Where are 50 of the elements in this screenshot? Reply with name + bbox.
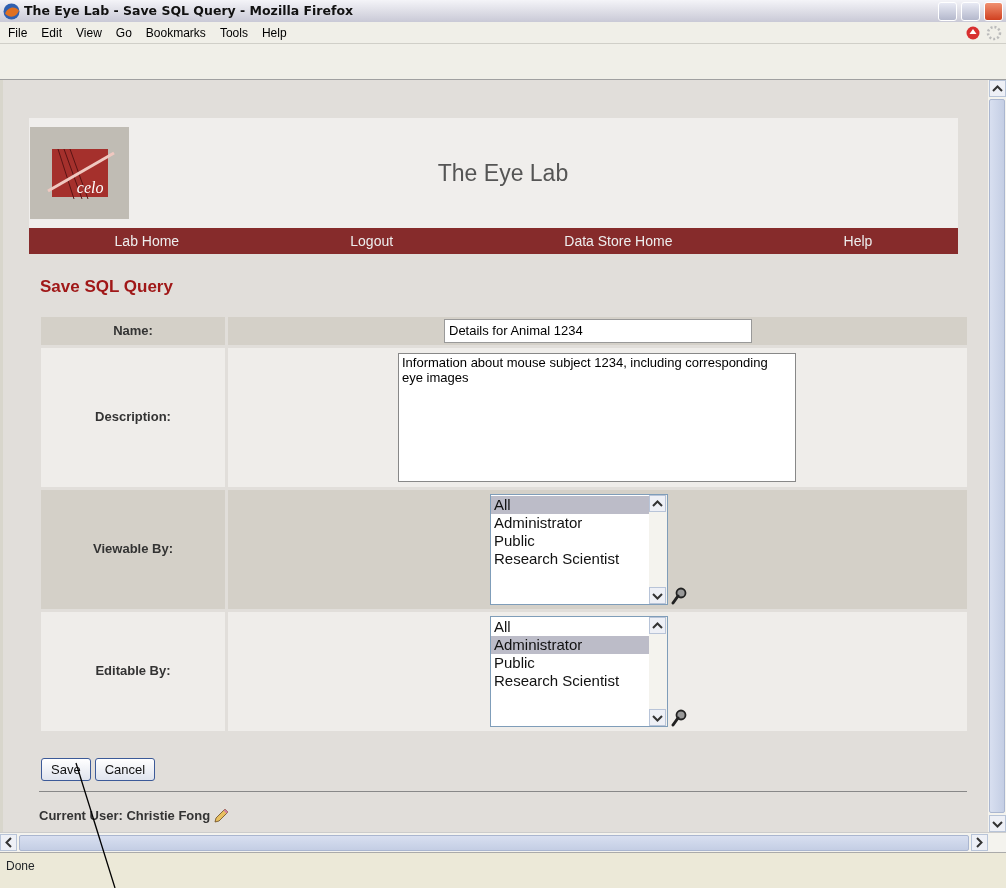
scroll-arrow-button[interactable] (971, 834, 988, 851)
nav-link[interactable]: Help (843, 230, 873, 252)
form-button[interactable]: Cancel (94, 757, 156, 781)
menu-item[interactable]: File (2, 23, 34, 42)
field-label: Viewable By: (93, 541, 173, 557)
nav-link[interactable]: Lab Home (114, 230, 180, 252)
window-title: The Eye Lab - Save SQL Query - Mozilla Firefox (24, 1, 354, 20)
scroll-arrow-button[interactable] (649, 616, 666, 634)
nav-link[interactable]: Logout (350, 230, 394, 252)
search-icon[interactable] (671, 708, 687, 727)
list-option[interactable]: Administrator (491, 513, 649, 532)
page-heading: Save SQL Query (40, 276, 174, 298)
browser-icon (3, 2, 20, 20)
search-icon[interactable] (671, 586, 687, 605)
scroll-arrow-button[interactable] (988, 80, 1006, 97)
scroll-arrow-button[interactable] (649, 708, 666, 726)
field-label: Editable By: (95, 663, 171, 679)
menu-item[interactable]: Tools (213, 23, 254, 42)
scrollbar-thumb[interactable] (19, 834, 969, 851)
menu-item[interactable]: Edit (35, 23, 69, 42)
name-field[interactable]: Details for Animal 1234 (444, 318, 752, 343)
scroll-arrow-button[interactable] (649, 494, 666, 512)
scroll-arrow-button[interactable] (988, 815, 1006, 832)
menu-item[interactable]: Bookmarks (139, 23, 212, 42)
close-button[interactable] (984, 1, 1003, 21)
menu-item[interactable]: Go (109, 23, 138, 42)
field-label: Description: (95, 409, 171, 425)
description-field[interactable]: Information about mouse subject 1234, including corresponding eye images (398, 352, 796, 482)
status-text: Done (6, 859, 35, 873)
list-option[interactable]: Public (491, 531, 649, 550)
throbber-icon (986, 24, 1002, 41)
field-label: Name: (113, 322, 153, 338)
scroll-arrow-button[interactable] (0, 834, 17, 851)
list-option[interactable]: Research Scientist (491, 549, 649, 568)
list-option[interactable]: All (491, 495, 649, 514)
site-title: The Eye Lab (436, 158, 570, 188)
scroll-arrow-button[interactable] (649, 586, 666, 604)
menu-item[interactable]: View (70, 23, 108, 42)
alert-icon[interactable] (966, 25, 980, 40)
list-option[interactable]: All (491, 617, 649, 636)
list-box[interactable]: All Administrator Public Research Scientist (490, 615, 668, 727)
list-option[interactable]: Research Scientist (491, 671, 649, 690)
list-option[interactable]: Administrator (491, 635, 649, 654)
list-option[interactable]: Public (491, 653, 649, 672)
nav-link[interactable]: Data Store Home (564, 230, 673, 252)
pencil-icon[interactable] (213, 807, 230, 824)
menu-item[interactable]: Help (255, 23, 293, 42)
list-box[interactable]: All Administrator Public Research Scientist (490, 493, 668, 605)
logo: celo (30, 127, 129, 219)
scrollbar-thumb[interactable] (989, 99, 1005, 813)
